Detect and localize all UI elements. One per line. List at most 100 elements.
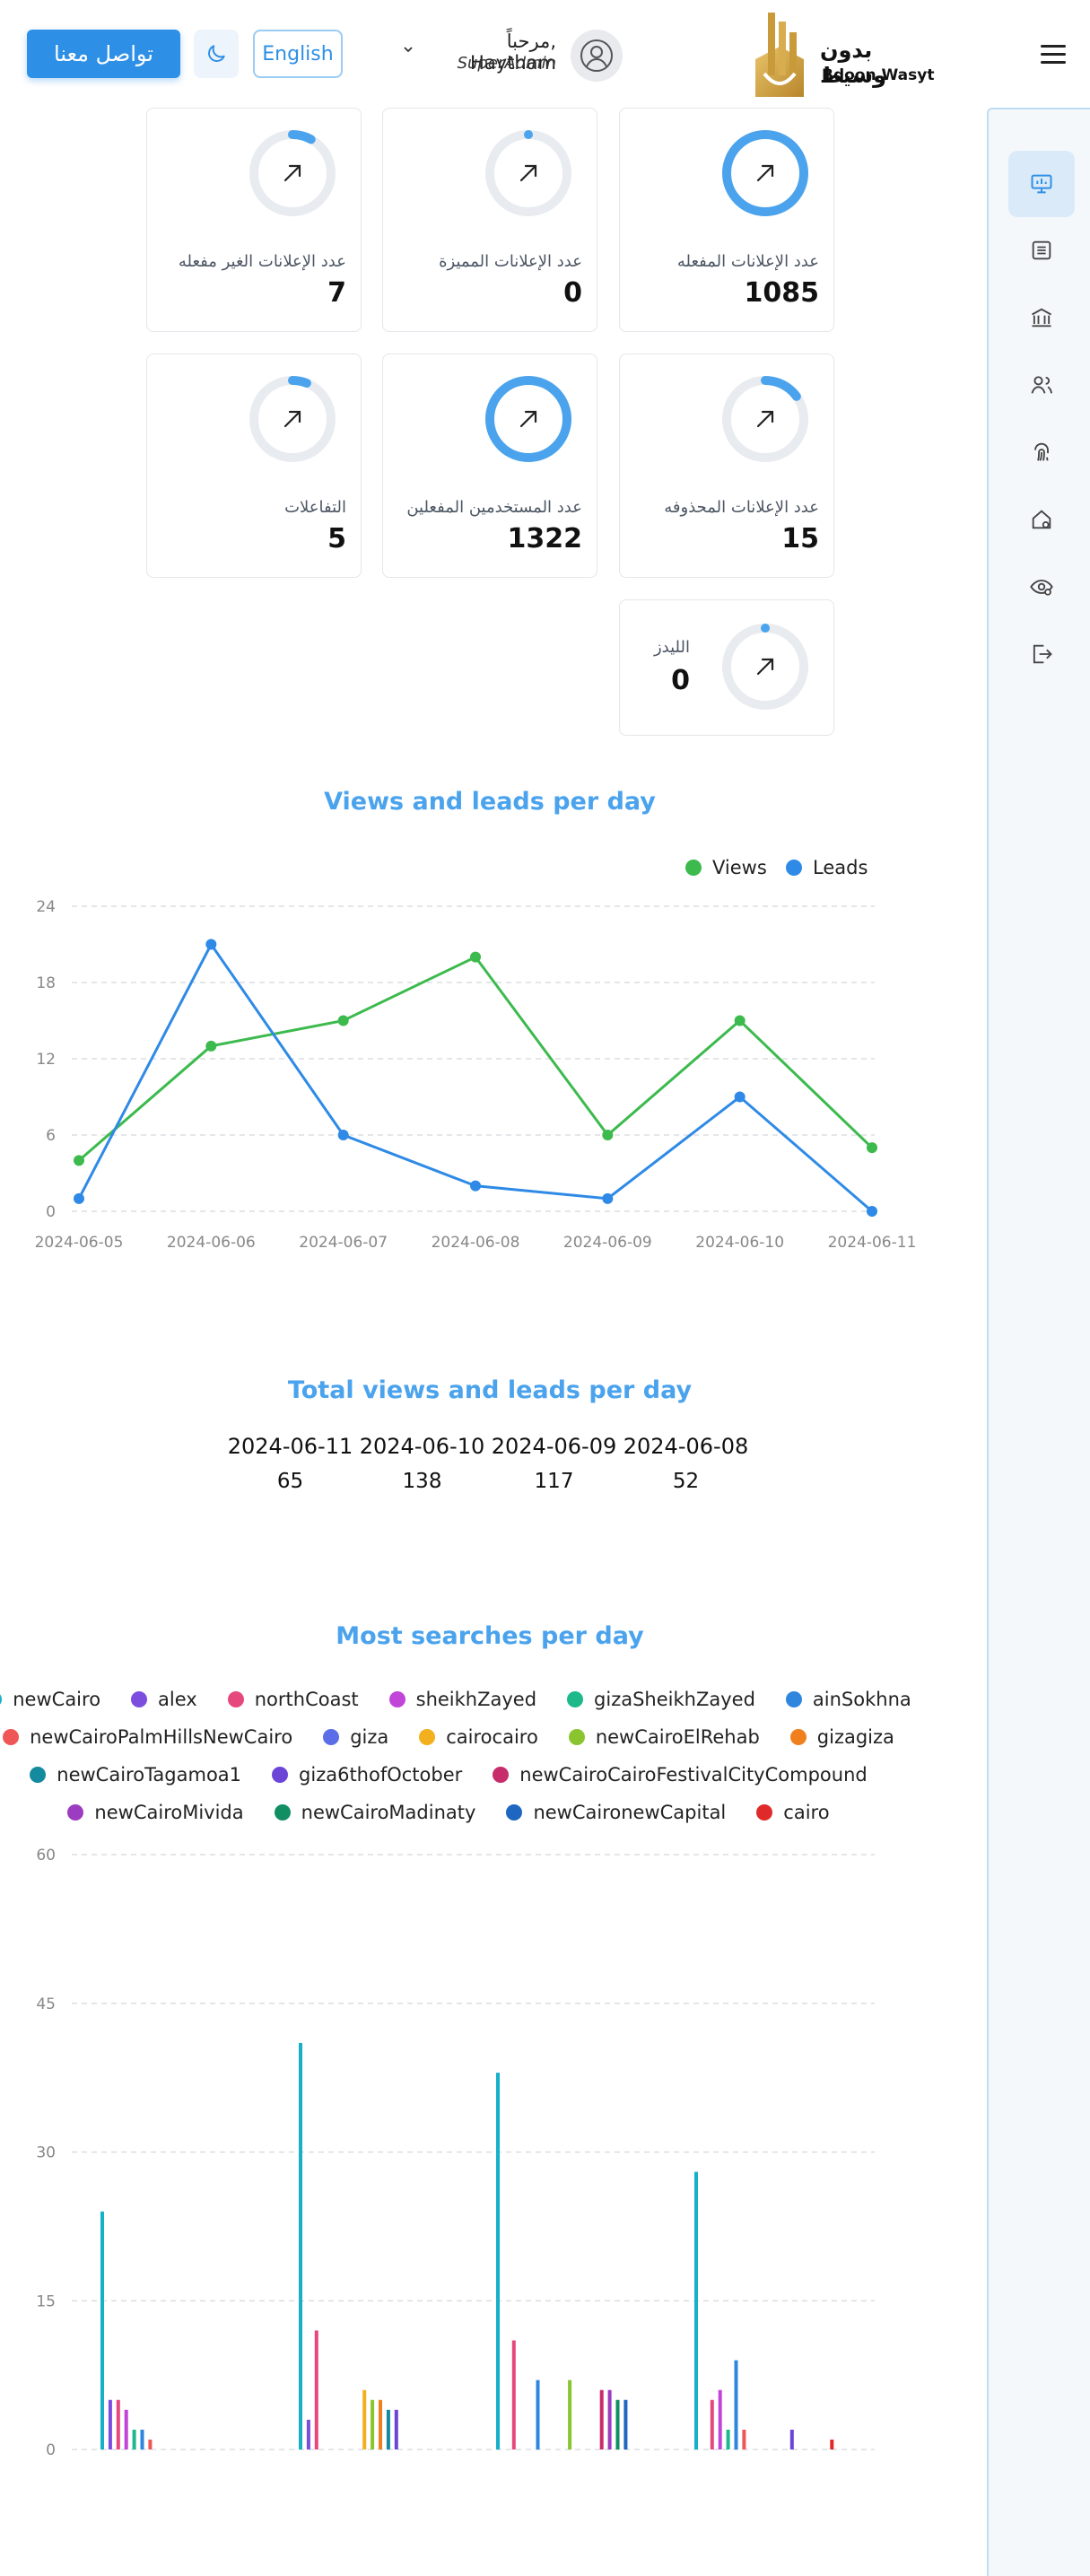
sidebar-item-home-settings[interactable] — [1008, 486, 1075, 553]
bar[interactable] — [568, 2380, 572, 2449]
bar[interactable] — [734, 2360, 738, 2449]
bar[interactable] — [100, 2211, 104, 2449]
data-point[interactable] — [867, 1206, 877, 1217]
sidebar-item-ads[interactable] — [1008, 217, 1075, 284]
legend-item[interactable]: sheikhZayed — [388, 1689, 536, 1710]
contact-us-button[interactable]: تواصل معنا — [27, 30, 180, 78]
data-point[interactable] — [470, 951, 481, 963]
legend-item[interactable]: giza — [323, 1726, 388, 1748]
stat-label: عدد المستخدمين المفعلين — [406, 498, 582, 517]
bar[interactable] — [379, 2399, 382, 2449]
legend-item[interactable]: newCairoMivida — [67, 1802, 244, 1823]
legend-label: newCairo — [13, 1689, 101, 1710]
bar[interactable] — [306, 2419, 310, 2449]
bar[interactable] — [742, 2429, 746, 2449]
legend-item[interactable]: newCairo — [0, 1689, 100, 1710]
legend-item[interactable]: Leads — [786, 857, 868, 878]
user-avatar[interactable] — [571, 30, 623, 82]
bar[interactable] — [607, 2389, 612, 2449]
x-tick-label: 2024-06-11 — [828, 1234, 917, 1252]
legend-dot — [131, 1691, 148, 1707]
x-tick-label: 2024-06-10 — [695, 1234, 784, 1252]
bar[interactable] — [623, 2399, 628, 2449]
y-tick-label: 6 — [46, 1127, 56, 1145]
legend-item[interactable]: northCoast — [227, 1689, 359, 1710]
bar[interactable] — [299, 2042, 302, 2449]
data-point[interactable] — [602, 1130, 614, 1140]
data-point[interactable] — [734, 1091, 746, 1103]
bar[interactable] — [615, 2399, 620, 2449]
data-point[interactable] — [205, 1040, 217, 1052]
data-point[interactable] — [337, 1130, 349, 1140]
total-item: 2024-06-10 138 — [356, 1434, 488, 1493]
legend-row: newCairoMivida newCairoMadinaty newCairone… — [27, 1802, 870, 1823]
legend-item[interactable]: gizagiza — [789, 1726, 894, 1748]
bar[interactable] — [108, 2399, 112, 2449]
data-point[interactable] — [867, 1142, 877, 1154]
bar[interactable] — [710, 2399, 714, 2449]
menu-icon[interactable] — [1041, 45, 1066, 65]
total-item: 2024-06-08 52 — [620, 1434, 752, 1493]
eye-search-icon — [1030, 580, 1053, 596]
bar[interactable] — [511, 2340, 516, 2449]
bar[interactable] — [140, 2429, 144, 2449]
bar[interactable] — [718, 2389, 722, 2449]
legend-item[interactable]: newCairoPalmHillsNewCairo — [3, 1726, 292, 1748]
legend-item[interactable]: cairocairo — [419, 1726, 538, 1748]
bar[interactable] — [386, 2409, 390, 2449]
arrow-up-right-icon — [756, 658, 774, 676]
bar[interactable] — [789, 2429, 794, 2449]
legend-item[interactable]: newCairoTagamoa1 — [30, 1764, 241, 1786]
bar[interactable] — [148, 2439, 153, 2449]
legend-item[interactable]: Views — [685, 857, 767, 878]
sidebar-item-users[interactable] — [1008, 352, 1075, 418]
data-point[interactable] — [734, 1015, 746, 1026]
chevron-down-icon[interactable] — [402, 43, 414, 56]
data-point[interactable] — [205, 939, 217, 950]
bar[interactable] — [694, 2171, 698, 2449]
bar[interactable] — [599, 2389, 604, 2449]
theme-toggle-button[interactable] — [194, 30, 239, 78]
bar[interactable] — [362, 2389, 367, 2449]
bar[interactable] — [124, 2409, 128, 2449]
legend-dot — [493, 1767, 510, 1783]
y-tick-label: 0 — [46, 2441, 56, 2459]
bar[interactable] — [536, 2380, 540, 2449]
bar[interactable] — [496, 2073, 500, 2449]
legend-item[interactable]: newCairoMadinaty — [274, 1802, 475, 1823]
progress-ring — [249, 130, 336, 216]
legend-label: cairo — [783, 1802, 830, 1823]
legend-item[interactable]: newCairoCairoFestivalCityCompound — [493, 1764, 868, 1786]
sidebar-item-views[interactable] — [1008, 554, 1075, 620]
data-point[interactable] — [74, 1192, 84, 1204]
legend-item[interactable]: alex — [131, 1689, 197, 1710]
sidebar-item-dashboard[interactable] — [1008, 151, 1075, 217]
stat-value: 1085 — [744, 277, 820, 309]
user-circle-icon — [580, 39, 613, 72]
data-point[interactable] — [470, 1180, 481, 1192]
bar[interactable] — [830, 2439, 834, 2449]
legend-item[interactable]: ainSokhna — [785, 1689, 911, 1710]
sidebar-item-bank[interactable] — [1008, 284, 1075, 351]
language-switch-button[interactable]: English — [253, 30, 343, 78]
bar[interactable] — [314, 2330, 318, 2449]
searches-chart: 0 15 30 45 60 2024-06-08 2024-06-09 2024-06-10 2… — [36, 1847, 875, 2476]
legend-item[interactable]: newCaironewCapital — [506, 1802, 726, 1823]
bar[interactable] — [371, 2399, 375, 2449]
legend-item[interactable]: giza6thofOctober — [272, 1764, 462, 1786]
stat-value: 1322 — [507, 523, 583, 554]
arrow-up-right-icon — [283, 410, 301, 428]
sidebar-item-fingerprint[interactable] — [1008, 419, 1075, 485]
bar[interactable] — [394, 2409, 398, 2449]
legend-item[interactable]: cairo — [756, 1802, 830, 1823]
legend-item[interactable]: gizaSheikhZayed — [567, 1689, 755, 1710]
data-point[interactable] — [602, 1192, 614, 1204]
sidebar-item-logout[interactable] — [1008, 621, 1075, 687]
data-point[interactable] — [74, 1155, 84, 1166]
bar[interactable] — [726, 2429, 730, 2449]
legend-item[interactable]: newCairoElRehab — [568, 1726, 760, 1748]
progress-ring — [722, 376, 808, 462]
bar[interactable] — [132, 2429, 136, 2449]
bar[interactable] — [116, 2399, 120, 2449]
data-point[interactable] — [337, 1015, 349, 1026]
